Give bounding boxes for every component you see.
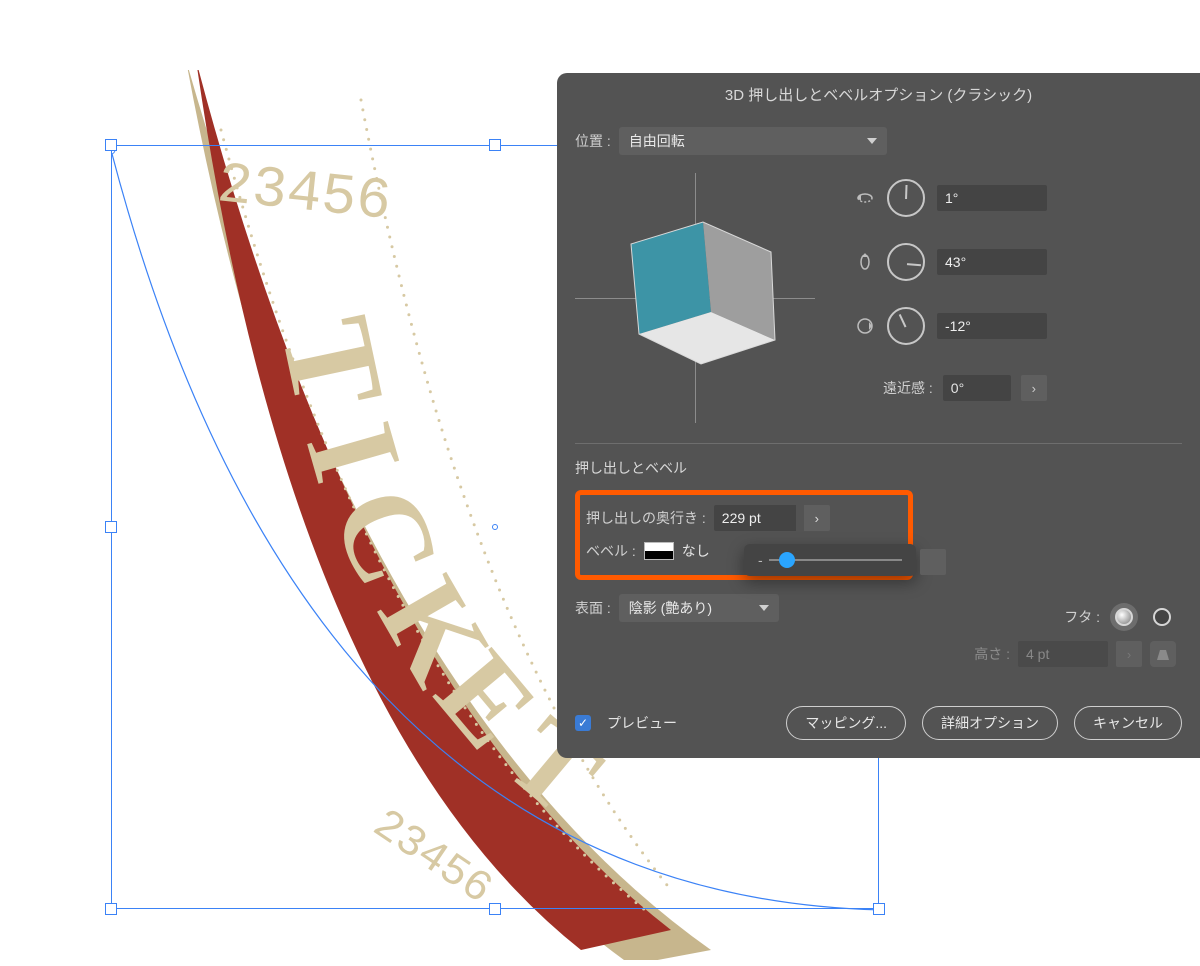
bevel-value: なし <box>682 541 710 561</box>
bevel-height-label: 高さ : <box>974 644 1010 664</box>
selection-handle[interactable] <box>873 903 885 915</box>
rotate-y-icon <box>855 252 875 272</box>
annotation-highlight: 押し出しの奥行き : 229 pt › ベベル : なし - <box>575 490 913 580</box>
chevron-down-icon <box>759 605 769 611</box>
bevel-height-input: 4 pt <box>1018 641 1108 667</box>
orientation-cube[interactable] <box>575 173 815 423</box>
rotation-y-input[interactable]: 43° <box>937 249 1047 275</box>
rotation-x-dial[interactable] <box>887 179 925 217</box>
rotation-x-input[interactable]: 1° <box>937 185 1047 211</box>
bevel-direction-icon <box>1150 641 1176 667</box>
bevel-label: ベベル : <box>586 541 636 561</box>
cap-solid-button[interactable] <box>1110 603 1138 631</box>
selection-handle[interactable] <box>105 903 117 915</box>
surface-label: 表面 : <box>575 598 611 618</box>
selection-handle[interactable] <box>489 903 501 915</box>
perspective-stepper[interactable]: › <box>1021 375 1047 401</box>
selection-handle[interactable] <box>105 521 117 533</box>
rotate-x-icon <box>855 188 875 208</box>
extrude-section-title: 押し出しとベベル <box>575 458 1182 478</box>
selection-center[interactable] <box>492 524 498 530</box>
preview-label: プレビュー <box>607 713 677 733</box>
perspective-input[interactable]: 0° <box>943 375 1011 401</box>
rotation-y-dial[interactable] <box>887 243 925 281</box>
position-value: 自由回転 <box>629 131 685 151</box>
rotate-z-icon <box>855 316 875 336</box>
dialog-title: 3D 押し出しとベベルオプション (クラシック) <box>557 73 1200 127</box>
bevel-slider-track[interactable] <box>769 559 902 561</box>
bevel-swatch-icon <box>644 542 674 560</box>
extrude-depth-stepper[interactable]: › <box>804 505 830 531</box>
cap-hollow-button[interactable] <box>1148 603 1176 631</box>
selection-handle[interactable] <box>105 139 117 151</box>
position-label: 位置 : <box>575 131 611 151</box>
more-options-button[interactable]: 詳細オプション <box>922 706 1058 740</box>
selection-handle[interactable] <box>489 139 501 151</box>
surface-select[interactable]: 陰影 (艶あり) <box>619 594 779 622</box>
rotation-z-dial[interactable] <box>887 307 925 345</box>
perspective-label: 遠近感 : <box>883 378 933 398</box>
bevel-height-stepper: › <box>1116 641 1142 667</box>
preview-checkbox[interactable]: ✓ <box>575 715 591 731</box>
orientation-cube-icon <box>595 198 795 398</box>
rotation-z-input[interactable]: -12° <box>937 313 1047 339</box>
mapping-button[interactable]: マッピング... <box>786 706 906 740</box>
extrude-bevel-dialog: 3D 押し出しとベベルオプション (クラシック) 位置 : 自由回転 <box>557 73 1200 758</box>
extrude-depth-input[interactable]: 229 pt <box>714 505 796 531</box>
depth-label: 押し出しの奥行き : <box>586 508 706 528</box>
cancel-button[interactable]: キャンセル <box>1074 706 1182 740</box>
chevron-down-icon <box>867 138 877 144</box>
cap-label: フタ : <box>1064 607 1100 627</box>
surface-value: 陰影 (艶あり) <box>629 598 712 618</box>
bevel-slider-thumb[interactable] <box>779 552 795 568</box>
position-select[interactable]: 自由回転 <box>619 127 887 155</box>
bevel-slider-popup[interactable]: - <box>744 544 916 576</box>
bevel-select-caret[interactable] <box>920 549 946 575</box>
